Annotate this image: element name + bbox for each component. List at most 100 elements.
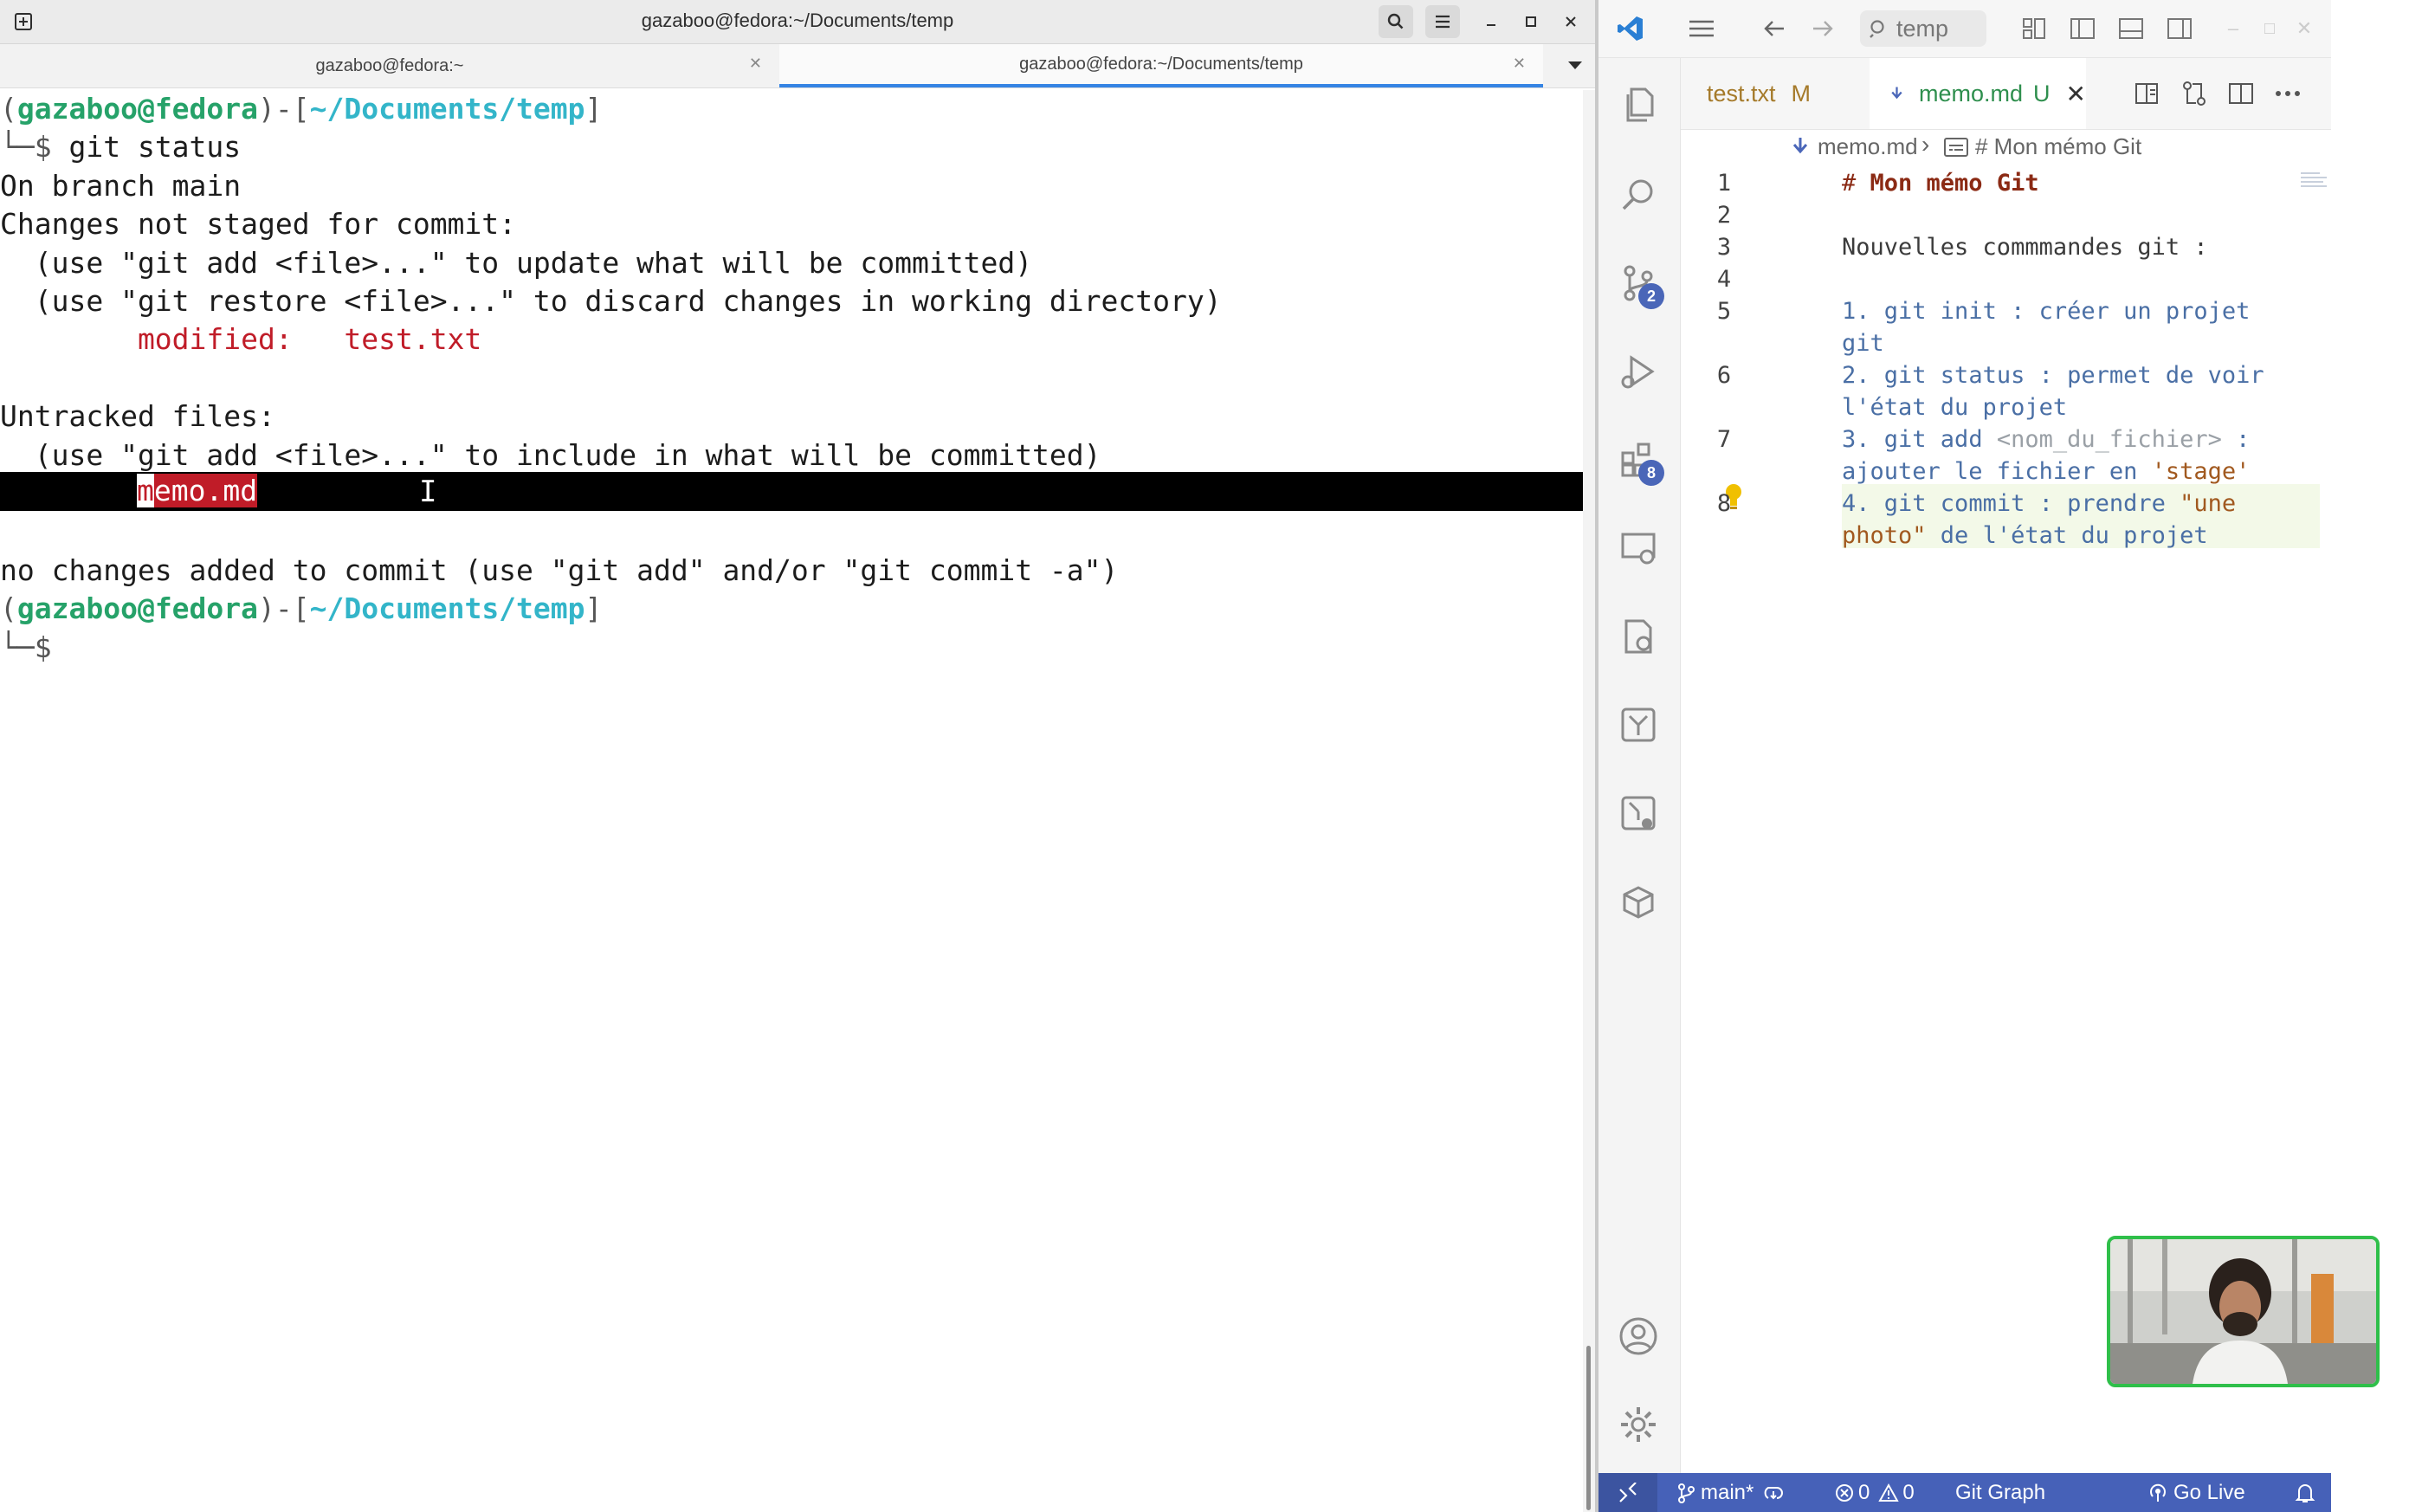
terminal-title: gazaboo@fedora:~/Documents/temp (641, 10, 954, 31)
problems-indicator[interactable]: 0 0 (1834, 1473, 1915, 1512)
terminal-tabbar: gazaboo@fedora:~ ✕ gazaboo@fedora:~/Docu… (0, 44, 1595, 88)
chevron-right-icon: › (1921, 131, 1930, 158)
tab-label: memo.md (1919, 80, 2024, 107)
minimize-icon[interactable]: – (2217, 12, 2250, 45)
code-line-wrap: photo" de l'état du projet (1842, 522, 2208, 549)
code-line-wrap: l'état du projet (1842, 394, 2068, 421)
tab-memo-md[interactable]: memo.md U ✕ (1870, 58, 2086, 129)
scrollbar-thumb[interactable] (1586, 1346, 1591, 1510)
tab-label: gazaboo@fedora:~/Documents/temp (1019, 54, 1303, 74)
vscode-titlebar: temp – □ ✕ (1598, 0, 2331, 58)
output-line: (use "git add <file>..." to update what … (0, 246, 1033, 280)
git-history-icon[interactable] (1616, 791, 1661, 836)
toggle-panel-icon[interactable] (2115, 12, 2147, 45)
prompt-line: (gazaboo@fedora)-[~/Documents/temp] (0, 591, 603, 625)
line-number: 2 (1716, 202, 1732, 229)
webcam-person-image (2110, 1239, 2376, 1384)
markdown-file-icon (1792, 138, 1808, 154)
remote-indicator-icon[interactable] (1598, 1473, 1657, 1512)
extensions-badge: 8 (1638, 460, 1664, 486)
tab-dropdown-icon[interactable] (1555, 44, 1595, 87)
current-prompt-line[interactable]: └─$ (0, 629, 52, 667)
tab-label: test.txt (1707, 80, 1776, 107)
output-line: (use "git restore <file>..." to discard … (0, 284, 1222, 318)
editor-tabs: test.txt M memo.md U ✕ (1681, 58, 2331, 130)
prompt-user-host: gazaboo@fedora (16, 591, 259, 625)
line-number: 6 (1716, 362, 1732, 389)
code-line-wrap: git (1842, 330, 1884, 357)
line-number: 7 (1716, 426, 1732, 453)
breadcrumb-file[interactable]: memo.md (1818, 133, 1918, 160)
git-graph-button[interactable]: Git Graph (1955, 1473, 2045, 1512)
hamburger-menu-icon[interactable] (1425, 5, 1460, 38)
line-number: 4 (1716, 266, 1732, 293)
line-number: 3 (1716, 234, 1732, 261)
packages-icon[interactable] (1616, 879, 1661, 924)
terminal-scrollbar[interactable] (1583, 90, 1595, 1512)
toggle-primary-sidebar-icon[interactable] (2066, 12, 2099, 45)
minimap[interactable] (2299, 170, 2328, 191)
command-text: git status (51, 130, 242, 164)
command-line: └─$ git status (0, 130, 242, 164)
maximize-icon[interactable]: □ (2253, 12, 2286, 45)
branch-icon (1678, 1483, 1695, 1503)
back-arrow-icon[interactable] (1758, 12, 1791, 45)
extensions-icon[interactable]: 8 (1616, 437, 1664, 486)
more-actions-icon[interactable] (2271, 77, 2304, 110)
line-number: 1 (1716, 170, 1732, 197)
output-line: On branch main (0, 169, 242, 203)
go-live-label: Go Live (2173, 1480, 2245, 1504)
search-icon[interactable] (1379, 5, 1413, 38)
terminal-tab-active[interactable]: gazaboo@fedora:~/Documents/temp ✕ (779, 44, 1543, 87)
menu-icon[interactable] (1685, 12, 1718, 45)
branch-indicator[interactable]: main* (1676, 1473, 1785, 1512)
branch-label: main* (1701, 1480, 1754, 1504)
git-status-badge: U (2033, 80, 2051, 107)
search-icon[interactable] (1616, 172, 1661, 217)
prompt-line: (gazaboo@fedora)-[~/Documents/temp] (0, 92, 603, 126)
symbol-string-icon (1944, 138, 1968, 157)
terminal-window: gazaboo@fedora:~/Documents/temp gazaboo@… (0, 0, 1595, 1512)
git-graph-icon[interactable] (1616, 702, 1661, 747)
close-tab-icon[interactable]: ✕ (2066, 80, 2086, 108)
terminal-titlebar: gazaboo@fedora:~/Documents/temp (0, 0, 1595, 44)
sync-icon[interactable] (1762, 1483, 1785, 1502)
run-debug-icon[interactable] (1616, 349, 1661, 394)
close-tab-icon[interactable]: ✕ (749, 55, 762, 73)
code-line: 1. git init : créer un projet (1842, 298, 2251, 325)
breadcrumb-symbol[interactable]: # Mon mémo Git (1975, 133, 2141, 160)
status-bar: main* 0 0 Git Graph Go Live (1598, 1473, 2331, 1512)
split-editor-icon[interactable] (2225, 77, 2257, 110)
code-line: # Mon mémo Git (1842, 170, 2039, 197)
go-live-button[interactable]: Go Live (2147, 1473, 2245, 1512)
search-icon (1870, 20, 1884, 38)
terminal-output[interactable]: (gazaboo@fedora)-[~/Documents/temp] └─$ … (0, 90, 1583, 1512)
minimize-icon[interactable] (1476, 5, 1507, 38)
terminal-tab[interactable]: gazaboo@fedora:~ ✕ (0, 44, 779, 87)
notifications-bell-icon[interactable] (2295, 1473, 2315, 1512)
close-icon[interactable] (1555, 5, 1586, 38)
open-preview-icon[interactable] (2131, 77, 2164, 110)
accounts-icon[interactable] (1616, 1314, 1661, 1359)
remote-explorer-icon[interactable] (1616, 526, 1661, 571)
close-icon[interactable]: ✕ (2288, 12, 2321, 45)
command-center-search[interactable]: temp (1860, 10, 1986, 47)
customize-layout-icon[interactable] (2018, 12, 2051, 45)
error-count: 0 (1858, 1480, 1870, 1504)
open-changes-icon[interactable] (2178, 77, 2211, 110)
toggle-secondary-sidebar-icon[interactable] (2163, 12, 2196, 45)
tab-test-txt[interactable]: test.txt M (1681, 58, 1870, 129)
git-status-badge: M (1791, 80, 1812, 107)
code-line: 2. git status : permet de voir (1842, 362, 2264, 389)
prompt-user-host: gazaboo@fedora (16, 92, 259, 126)
prompt-path: ~/Documents/temp (309, 591, 585, 625)
warning-icon (1878, 1483, 1900, 1502)
close-tab-icon[interactable]: ✕ (1513, 55, 1526, 73)
forward-arrow-icon[interactable] (1806, 12, 1839, 45)
untracked-file-highlight[interactable]: memo.md (137, 472, 258, 511)
docker-containers-icon[interactable] (1616, 614, 1661, 659)
maximize-icon[interactable] (1515, 5, 1547, 38)
explorer-icon[interactable] (1616, 82, 1661, 127)
settings-gear-icon[interactable] (1616, 1402, 1661, 1447)
source-control-icon[interactable]: 2 (1616, 261, 1664, 309)
